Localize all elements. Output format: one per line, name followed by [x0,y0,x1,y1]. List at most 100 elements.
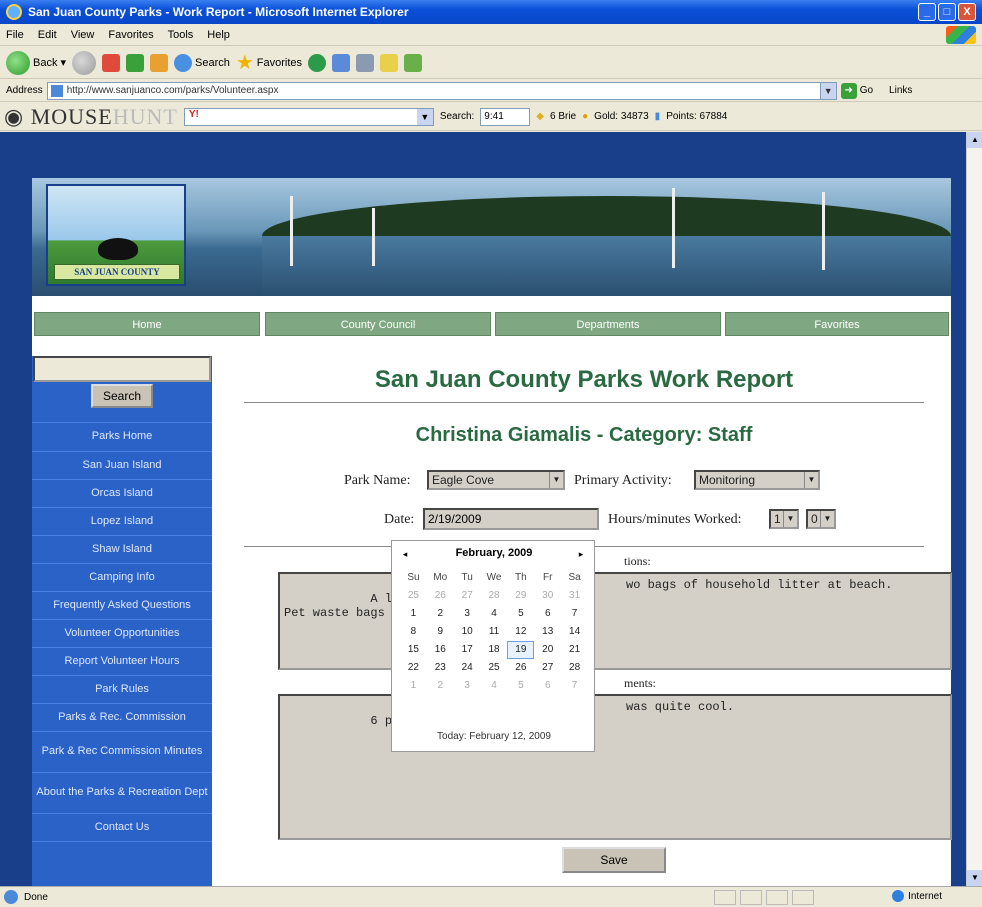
sidebar-item-about[interactable]: About the Parks & Recreation Dept [32,772,212,812]
primary-activity-select[interactable]: Monitoring ▼ [694,470,820,490]
forward-button[interactable] [72,50,96,75]
chevron-down-icon[interactable]: ▼ [416,108,433,125]
calendar-day[interactable]: 2 [427,677,454,695]
links-label[interactable]: Links [889,85,912,96]
sidebar-item-report-volunteer-hours[interactable]: Report Volunteer Hours [32,647,212,674]
close-button[interactable]: X [958,3,976,21]
sidebar-search-button[interactable]: Search [91,384,153,408]
calendar-day[interactable]: 28 [481,587,508,605]
calendar-day[interactable]: 3 [454,605,481,623]
calendar-day[interactable]: 23 [427,659,454,677]
calendar-day[interactable]: 14 [561,623,588,641]
calendar-next-icon[interactable]: ▸ [574,547,588,561]
nav-departments[interactable]: Departments [495,312,721,336]
calendar-day[interactable]: 9 [427,623,454,641]
calendar-day[interactable]: 1 [400,605,427,623]
calendar-day[interactable]: 5 [507,677,534,695]
search-toolbar-button[interactable]: Search [174,53,230,72]
hours-select[interactable]: 1 ▼ [769,509,799,529]
calendar-day[interactable]: 7 [561,605,588,623]
nav-county-council[interactable]: County Council [265,312,491,336]
county-logo[interactable]: SAN JUAN COUNTY [46,184,186,286]
address-input[interactable]: http://www.sanjuanco.com/parks/Volunteer… [46,81,837,100]
sidebar-item-faq[interactable]: Frequently Asked Questions [32,591,212,618]
sidebar-item-san-juan-island[interactable]: San Juan Island [32,451,212,478]
refresh-icon[interactable] [126,53,144,72]
calendar-day[interactable]: 29 [507,587,534,605]
chevron-down-icon[interactable]: ▼ [549,472,563,488]
calendar-day[interactable]: 28 [561,659,588,677]
calendar-day[interactable]: 19 [507,641,535,659]
sidebar-item-parks-home[interactable]: Parks Home [32,422,212,450]
calendar-day[interactable]: 24 [454,659,481,677]
calendar-day[interactable]: 27 [454,587,481,605]
sidebar-item-volunteer-opportunities[interactable]: Volunteer Opportunities [32,619,212,646]
calendar-day[interactable]: 26 [427,587,454,605]
observations-textarea[interactable]: A lot of litter Pet waste bags wo bags o… [278,572,952,670]
scroll-down-icon[interactable]: ▼ [967,870,982,886]
save-button[interactable]: Save [562,847,666,873]
sidebar-item-lopez-island[interactable]: Lopez Island [32,507,212,534]
calendar-day[interactable]: 1 [400,677,427,695]
calendar-day[interactable]: 11 [481,623,508,641]
mail-icon[interactable] [332,53,351,72]
date-input[interactable]: 2/19/2009 [423,508,599,530]
sidebar-search-input[interactable] [33,356,211,382]
sidebar-item-parks-rec-commission[interactable]: Parks & Rec. Commission [32,703,212,730]
sidebar-item-park-rules[interactable]: Park Rules [32,675,212,702]
back-button[interactable]: Back ▾ [6,50,66,75]
messenger-icon[interactable] [404,53,423,72]
menu-tools[interactable]: Tools [168,29,194,41]
menu-favorites[interactable]: Favorites [108,29,153,41]
sidebar-item-shaw-island[interactable]: Shaw Island [32,535,212,562]
menu-file[interactable]: File [6,29,24,41]
nav-home[interactable]: Home [34,312,260,336]
calendar-day[interactable]: 16 [427,641,454,659]
print-icon[interactable] [356,53,375,72]
menu-view[interactable]: View [71,29,95,41]
edit-icon[interactable] [380,53,399,72]
calendar-day[interactable]: 10 [454,623,481,641]
sidebar-item-commission-minutes[interactable]: Park & Rec Commission Minutes [32,731,212,771]
calendar-day[interactable]: 6 [534,677,561,695]
calendar-day[interactable]: 18 [481,641,508,659]
sidebar-item-camping-info[interactable]: Camping Info [32,563,212,590]
calendar-day[interactable]: 2 [427,605,454,623]
chevron-down-icon[interactable]: ▼ [804,472,818,488]
menu-edit[interactable]: Edit [38,29,57,41]
calendar-day[interactable]: 4 [481,677,508,695]
sidebar-item-orcas-island[interactable]: Orcas Island [32,479,212,506]
menu-help[interactable]: Help [207,29,230,41]
calendar-day[interactable]: 5 [507,605,534,623]
home-icon[interactable] [150,53,168,72]
go-button[interactable]: ➜ Go [840,82,873,99]
sidebar-item-contact-us[interactable]: Contact Us [32,813,212,840]
calendar-day[interactable]: 8 [400,623,427,641]
calendar-day[interactable]: 27 [534,659,561,677]
calendar-day[interactable]: 22 [400,659,427,677]
stop-icon[interactable] [102,53,120,72]
mousehunt-search-label[interactable]: Search: [440,111,474,122]
calendar-day[interactable]: 15 [400,641,427,659]
chevron-down-icon[interactable]: ▾ [60,56,66,69]
mousehunt-search-select[interactable]: Y! ▼ [183,107,434,126]
media-icon[interactable] [308,53,327,72]
calendar-day[interactable]: 17 [454,641,481,659]
minutes-select[interactable]: 0 ▼ [806,509,836,529]
calendar-day[interactable]: 25 [400,587,427,605]
calendar-day[interactable]: 26 [507,659,534,677]
calendar-day[interactable]: 30 [534,587,561,605]
comments-textarea[interactable]: 6 people at bea was quite cool. [278,694,952,840]
park-name-select[interactable]: Eagle Cove ▼ [427,470,565,490]
calendar-today-link[interactable]: Today: February 12, 2009 [392,731,596,742]
calendar-day[interactable]: 25 [481,659,508,677]
nav-favorites[interactable]: Favorites [725,312,949,336]
favorites-toolbar-button[interactable]: ★ Favorites [236,53,302,73]
calendar-day[interactable]: 21 [561,641,588,659]
chevron-down-icon[interactable]: ▼ [820,511,834,527]
calendar-day[interactable]: 20 [534,641,561,659]
scroll-up-icon[interactable]: ▲ [967,132,982,148]
calendar-day[interactable]: 12 [507,623,534,641]
calendar-day[interactable]: 3 [454,677,481,695]
calendar-day[interactable]: 7 [561,677,588,695]
